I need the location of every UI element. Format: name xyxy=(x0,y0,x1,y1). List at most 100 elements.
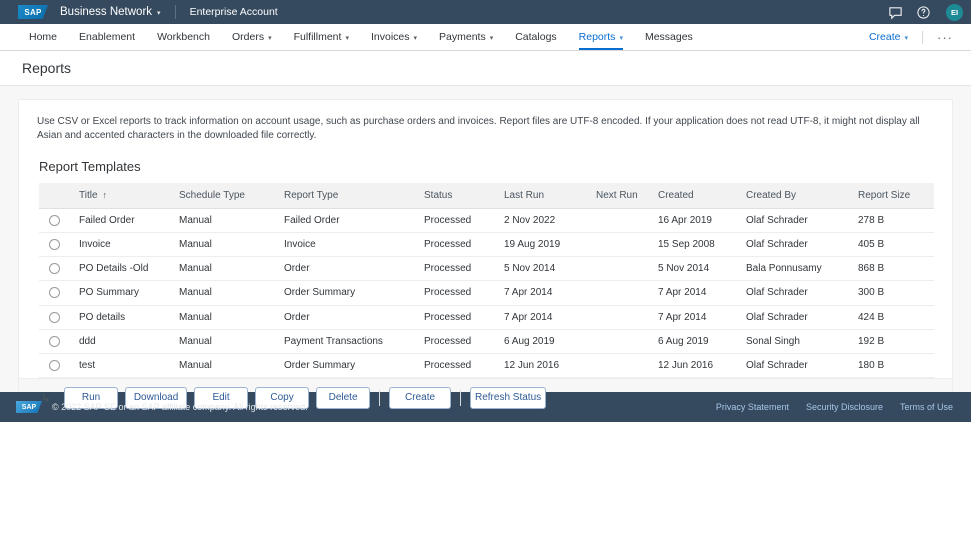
privacy-statement-link[interactable]: Privacy Statement xyxy=(716,402,789,412)
cell-status: Processed xyxy=(418,257,498,281)
cell-last-run: 5 Nov 2014 xyxy=(498,257,590,281)
create-button[interactable]: Create xyxy=(389,387,451,409)
chevron-down-icon: ▾ xyxy=(414,34,418,42)
table-row[interactable]: test Manual Order Summary Processed 12 J… xyxy=(39,353,934,377)
cell-title: Failed Order xyxy=(73,209,173,233)
nav-label: Fulfillment xyxy=(294,31,342,43)
cell-created-by: Olaf Schrader xyxy=(740,353,852,377)
help-icon[interactable] xyxy=(916,5,931,20)
cell-spacer xyxy=(912,305,934,329)
brand-label: Business Network xyxy=(60,6,152,18)
cell-report-size: 180 B xyxy=(852,353,912,377)
cell-next-run xyxy=(590,257,652,281)
cell-report-type: Invoice xyxy=(278,233,418,257)
nav-item-fulfillment[interactable]: Fulfillment ▾ xyxy=(283,24,360,50)
divider xyxy=(175,5,176,19)
reports-card: Use CSV or Excel reports to track inform… xyxy=(18,99,953,419)
table-row[interactable]: ddd Manual Payment Transactions Processe… xyxy=(39,329,934,353)
divider xyxy=(922,31,923,44)
cell-schedule-type: Manual xyxy=(173,257,278,281)
overflow-menu-button[interactable]: ··· xyxy=(929,30,961,45)
column-report-size[interactable]: Report Size xyxy=(852,183,912,209)
table-row[interactable]: PO Summary Manual Order Summary Processe… xyxy=(39,281,934,305)
cell-title: PO Details -Old xyxy=(73,257,173,281)
cell-created-by: Olaf Schrader xyxy=(740,305,852,329)
row-radio-button[interactable] xyxy=(49,287,60,298)
column-title-label: Title xyxy=(79,190,98,201)
message-icon[interactable] xyxy=(888,5,903,20)
nav-item-home[interactable]: Home xyxy=(18,24,68,50)
nav-item-enablement[interactable]: Enablement xyxy=(68,24,146,50)
nav-item-invoices[interactable]: Invoices ▾ xyxy=(360,24,428,50)
column-next-run[interactable]: Next Run xyxy=(590,183,652,209)
row-select-cell xyxy=(39,329,73,353)
cell-last-run: 6 Aug 2019 xyxy=(498,329,590,353)
nav-label: Catalogs xyxy=(515,31,556,43)
column-status[interactable]: Status xyxy=(418,183,498,209)
cell-created-by: Sonal Singh xyxy=(740,329,852,353)
cell-schedule-type: Manual xyxy=(173,329,278,353)
row-radio-button[interactable] xyxy=(49,360,60,371)
cell-report-type: Order xyxy=(278,305,418,329)
chevron-down-icon: ▾ xyxy=(345,34,349,42)
cell-last-run: 2 Nov 2022 xyxy=(498,209,590,233)
table-row[interactable]: Failed Order Manual Failed Order Process… xyxy=(39,209,934,233)
table-row[interactable]: PO details Manual Order Processed 7 Apr … xyxy=(39,305,934,329)
cell-created-by: Olaf Schrader xyxy=(740,281,852,305)
nav-label: Workbench xyxy=(157,31,210,43)
cell-title: ddd xyxy=(73,329,173,353)
refresh-status-button[interactable]: Refresh Status xyxy=(470,387,546,409)
nav-item-reports[interactable]: Reports ▾ xyxy=(568,24,634,50)
cell-title: PO details xyxy=(73,305,173,329)
cell-status: Processed xyxy=(418,329,498,353)
cell-report-size: 192 B xyxy=(852,329,912,353)
chevron-down-icon: ▾ xyxy=(157,9,161,17)
nav-label: Home xyxy=(29,31,57,43)
table-body: Failed Order Manual Failed Order Process… xyxy=(39,209,934,378)
brand-switcher[interactable]: Business Network ▾ xyxy=(60,6,161,18)
column-last-run[interactable]: Last Run xyxy=(498,183,590,209)
top-bar: SAP Business Network ▾ Enterprise Accoun… xyxy=(0,0,971,24)
security-disclosure-link[interactable]: Security Disclosure xyxy=(806,402,883,412)
top-bar-icons: EI xyxy=(888,4,963,21)
nav-items: Home Enablement Workbench Orders ▾ Fulfi… xyxy=(18,24,704,50)
column-title[interactable]: Title ↑ xyxy=(73,183,173,209)
cell-next-run xyxy=(590,281,652,305)
create-menu-button[interactable]: Create ▾ xyxy=(861,31,916,43)
column-schedule-type[interactable]: Schedule Type xyxy=(173,183,278,209)
nav-item-workbench[interactable]: Workbench xyxy=(146,24,221,50)
cell-report-size: 405 B xyxy=(852,233,912,257)
cell-created: 12 Jun 2016 xyxy=(652,353,740,377)
main-navigation: Home Enablement Workbench Orders ▾ Fulfi… xyxy=(0,24,971,51)
cell-created: 7 Apr 2014 xyxy=(652,305,740,329)
cell-status: Processed xyxy=(418,281,498,305)
table-container: Title↑ Schedule Type Report Type Status … xyxy=(19,183,952,378)
row-radio-button[interactable] xyxy=(49,215,60,226)
table-row[interactable]: Invoice Manual Invoice Processed 19 Aug … xyxy=(39,233,934,257)
cell-last-run: 19 Aug 2019 xyxy=(498,233,590,257)
chevron-down-icon: ▾ xyxy=(904,34,908,42)
row-radio-button[interactable] xyxy=(49,312,60,323)
row-radio-button[interactable] xyxy=(49,239,60,250)
column-created-by[interactable]: Created By xyxy=(740,183,852,209)
column-created[interactable]: Created xyxy=(652,183,740,209)
spacer xyxy=(704,24,861,50)
table-row[interactable]: PO Details -Old Manual Order Processed 5… xyxy=(39,257,934,281)
cell-schedule-type: Manual xyxy=(173,233,278,257)
column-report-type[interactable]: Report Type xyxy=(278,183,418,209)
sort-ascending-icon: ↑ xyxy=(103,190,108,200)
nav-item-catalogs[interactable]: Catalogs xyxy=(504,24,567,50)
row-radio-button[interactable] xyxy=(49,336,60,347)
terms-of-use-link[interactable]: Terms of Use xyxy=(900,402,953,412)
copyright-text: © 2022 SAP SE or an SAP affiliate compan… xyxy=(52,402,308,412)
nav-item-messages[interactable]: Messages xyxy=(634,24,704,50)
nav-item-payments[interactable]: Payments ▾ xyxy=(428,24,504,50)
nav-item-orders[interactable]: Orders ▾ xyxy=(221,24,283,50)
row-radio-button[interactable] xyxy=(49,263,60,274)
avatar[interactable]: EI xyxy=(946,4,963,21)
row-select-cell xyxy=(39,257,73,281)
cell-spacer xyxy=(912,233,934,257)
cell-last-run: 12 Jun 2016 xyxy=(498,353,590,377)
section-title: Report Templates xyxy=(19,155,952,183)
delete-button[interactable]: Delete xyxy=(316,387,370,409)
